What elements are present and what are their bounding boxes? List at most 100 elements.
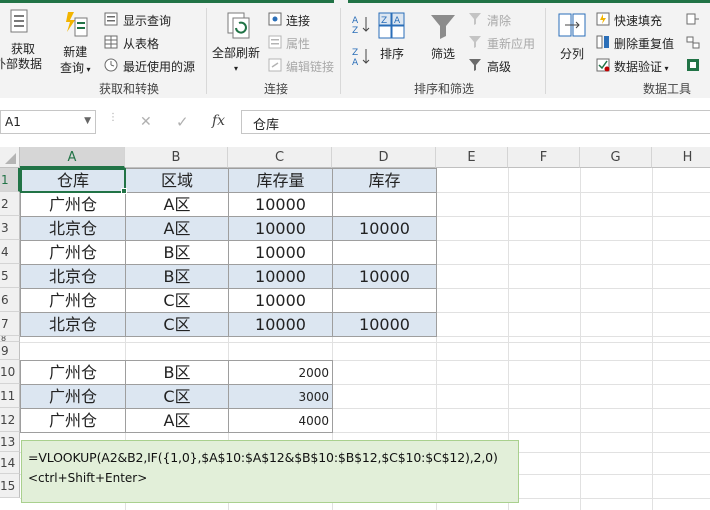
column-header-f[interactable]: F bbox=[508, 147, 580, 168]
reapply-button[interactable]: 重新应用 bbox=[487, 35, 535, 52]
table-cell[interactable]: 10000 bbox=[332, 216, 437, 241]
table-cell[interactable]: 北京仓 bbox=[20, 216, 126, 241]
connections-button[interactable]: 连接 bbox=[286, 12, 310, 29]
table-cell[interactable]: A区 bbox=[125, 216, 229, 241]
formula-note-textbox[interactable]: =VLOOKUP(A2&B2,IF({1,0},$A$10:$A$12&$B$1… bbox=[21, 440, 519, 503]
table-cell[interactable]: 10000 bbox=[332, 264, 437, 289]
column-header-e[interactable]: E bbox=[436, 147, 508, 168]
table-cell[interactable] bbox=[332, 240, 437, 265]
row-header-14[interactable]: 14 bbox=[0, 452, 20, 474]
sort-button[interactable]: 排序 bbox=[380, 45, 404, 62]
row-header-9[interactable]: 9 bbox=[0, 342, 20, 360]
column-header-h[interactable]: H bbox=[652, 147, 710, 168]
row-header-13[interactable]: 13 bbox=[0, 432, 20, 452]
column-header-g[interactable]: G bbox=[580, 147, 652, 168]
table-cell[interactable]: 广州仓 bbox=[20, 408, 126, 433]
row-header-5[interactable]: 5 bbox=[0, 264, 20, 288]
table-cell[interactable]: 广州仓 bbox=[20, 240, 126, 265]
formula-input[interactable]: 仓库 bbox=[241, 110, 710, 134]
filter-button[interactable]: 筛选 bbox=[431, 45, 455, 62]
row-header-12[interactable]: 12 bbox=[0, 408, 20, 432]
table-header-cell[interactable]: 库存量 bbox=[228, 168, 333, 193]
refresh-all-icon[interactable] bbox=[224, 10, 254, 40]
advanced-button[interactable]: 高级 bbox=[487, 58, 511, 75]
ribbon-divider bbox=[206, 8, 207, 94]
table-cell[interactable]: C区 bbox=[125, 384, 229, 409]
row-header-3[interactable]: 3 bbox=[0, 216, 20, 240]
refresh-all-button[interactable]: 全部刷新 ▾ bbox=[212, 45, 260, 77]
table-cell[interactable]: 10000 bbox=[228, 264, 333, 289]
table-cell[interactable]: B区 bbox=[125, 240, 229, 265]
row-header-4[interactable]: 4 bbox=[0, 240, 20, 264]
table-cell[interactable]: B区 bbox=[125, 264, 229, 289]
flash-fill-button[interactable]: 快速填充 bbox=[614, 12, 662, 29]
note-hint: <ctrl+Shift+Enter> bbox=[28, 471, 148, 485]
filter-icon[interactable] bbox=[429, 12, 457, 40]
column-header-b[interactable]: B bbox=[125, 147, 228, 168]
new-query-button[interactable]: 新建 查询 ▾ bbox=[60, 44, 91, 78]
edit-links-button[interactable]: 编辑链接 bbox=[286, 58, 334, 75]
row-header-2[interactable]: 2 bbox=[0, 192, 20, 216]
column-header-c[interactable]: C bbox=[228, 147, 332, 168]
table-cell[interactable]: 10000 bbox=[228, 288, 333, 313]
table-cell[interactable]: 北京仓 bbox=[20, 264, 126, 289]
row-header-7[interactable]: 7 bbox=[0, 312, 20, 336]
table-cell[interactable]: 2000 bbox=[228, 360, 333, 385]
recent-sources-button[interactable]: 最近使用的源 bbox=[123, 58, 195, 75]
table-header-cell[interactable]: 库存 bbox=[332, 168, 437, 193]
table-cell[interactable]: C区 bbox=[125, 312, 229, 337]
table-header-cell[interactable]: 区域 bbox=[125, 168, 229, 193]
row-header-10[interactable]: 10 bbox=[0, 360, 20, 384]
table-cell[interactable]: 4000 bbox=[228, 408, 333, 433]
text-to-columns-button[interactable]: 分列 bbox=[560, 45, 584, 62]
table-cell[interactable]: 10000 bbox=[228, 216, 333, 241]
text-to-columns-icon[interactable] bbox=[557, 12, 587, 40]
new-query-icon[interactable] bbox=[64, 10, 90, 40]
enter-icon[interactable]: ✓ bbox=[176, 113, 189, 131]
column-header-a[interactable]: A bbox=[20, 147, 125, 168]
cancel-icon[interactable]: ✕ bbox=[140, 114, 152, 130]
clear-filter-icon bbox=[468, 12, 482, 26]
from-table-button[interactable]: 从表格 bbox=[123, 35, 159, 52]
get-external-data-icon[interactable] bbox=[8, 8, 32, 36]
table-cell[interactable]: 10000 bbox=[332, 312, 437, 337]
sort-asc-icon[interactable]: AZ bbox=[352, 14, 372, 36]
get-external-data-button[interactable]: 获取 外部数据 bbox=[0, 42, 42, 72]
table-cell[interactable]: 10000 bbox=[228, 312, 333, 337]
table-cell[interactable]: 广州仓 bbox=[20, 192, 126, 217]
row-header-15[interactable]: 15 bbox=[0, 474, 20, 498]
table-cell[interactable]: 3000 bbox=[228, 384, 333, 409]
svg-text:Z: Z bbox=[381, 16, 387, 26]
table-cell[interactable]: 北京仓 bbox=[20, 312, 126, 337]
table-cell[interactable]: 广州仓 bbox=[20, 360, 126, 385]
table-cell[interactable]: A区 bbox=[125, 192, 229, 217]
get-transform-group-label: 获取和转换 bbox=[99, 82, 160, 96]
data-validation-button[interactable]: 数据验证 ▾ bbox=[614, 58, 669, 75]
table-cell[interactable]: 10000 bbox=[228, 192, 333, 217]
sort-desc-icon[interactable]: ZA bbox=[352, 46, 372, 68]
table-cell[interactable] bbox=[332, 192, 437, 217]
table-cell[interactable]: B区 bbox=[125, 360, 229, 385]
connections-icon bbox=[268, 12, 282, 26]
table-cell[interactable]: C区 bbox=[125, 288, 229, 313]
properties-button[interactable]: 属性 bbox=[286, 35, 310, 52]
row-header-6[interactable]: 6 bbox=[0, 288, 20, 312]
row-header-1[interactable]: 1 bbox=[0, 168, 20, 192]
table-cell[interactable]: 广州仓 bbox=[20, 288, 126, 313]
select-all-corner[interactable] bbox=[0, 147, 20, 168]
row-header-11[interactable]: 11 bbox=[0, 384, 20, 408]
column-header-d[interactable]: D bbox=[332, 147, 436, 168]
table-cell[interactable]: 广州仓 bbox=[20, 384, 126, 409]
name-box[interactable]: A1 ▼ bbox=[0, 110, 96, 134]
fill-handle[interactable] bbox=[121, 188, 127, 194]
show-queries-button[interactable]: 显示查询 bbox=[123, 12, 171, 29]
remove-duplicates-button[interactable]: 删除重复值 bbox=[614, 35, 674, 52]
table-cell[interactable]: A区 bbox=[125, 408, 229, 433]
chevron-down-icon[interactable]: ▼ bbox=[84, 116, 91, 126]
insert-function-icon[interactable]: fx bbox=[212, 113, 225, 129]
table-cell[interactable] bbox=[332, 288, 437, 313]
formula-bar-grip-icon: ⋮ bbox=[108, 112, 118, 123]
sort-dialog-icon[interactable]: ZA bbox=[378, 12, 406, 40]
clear-button[interactable]: 清除 bbox=[487, 12, 511, 29]
table-cell[interactable]: 10000 bbox=[228, 240, 333, 265]
